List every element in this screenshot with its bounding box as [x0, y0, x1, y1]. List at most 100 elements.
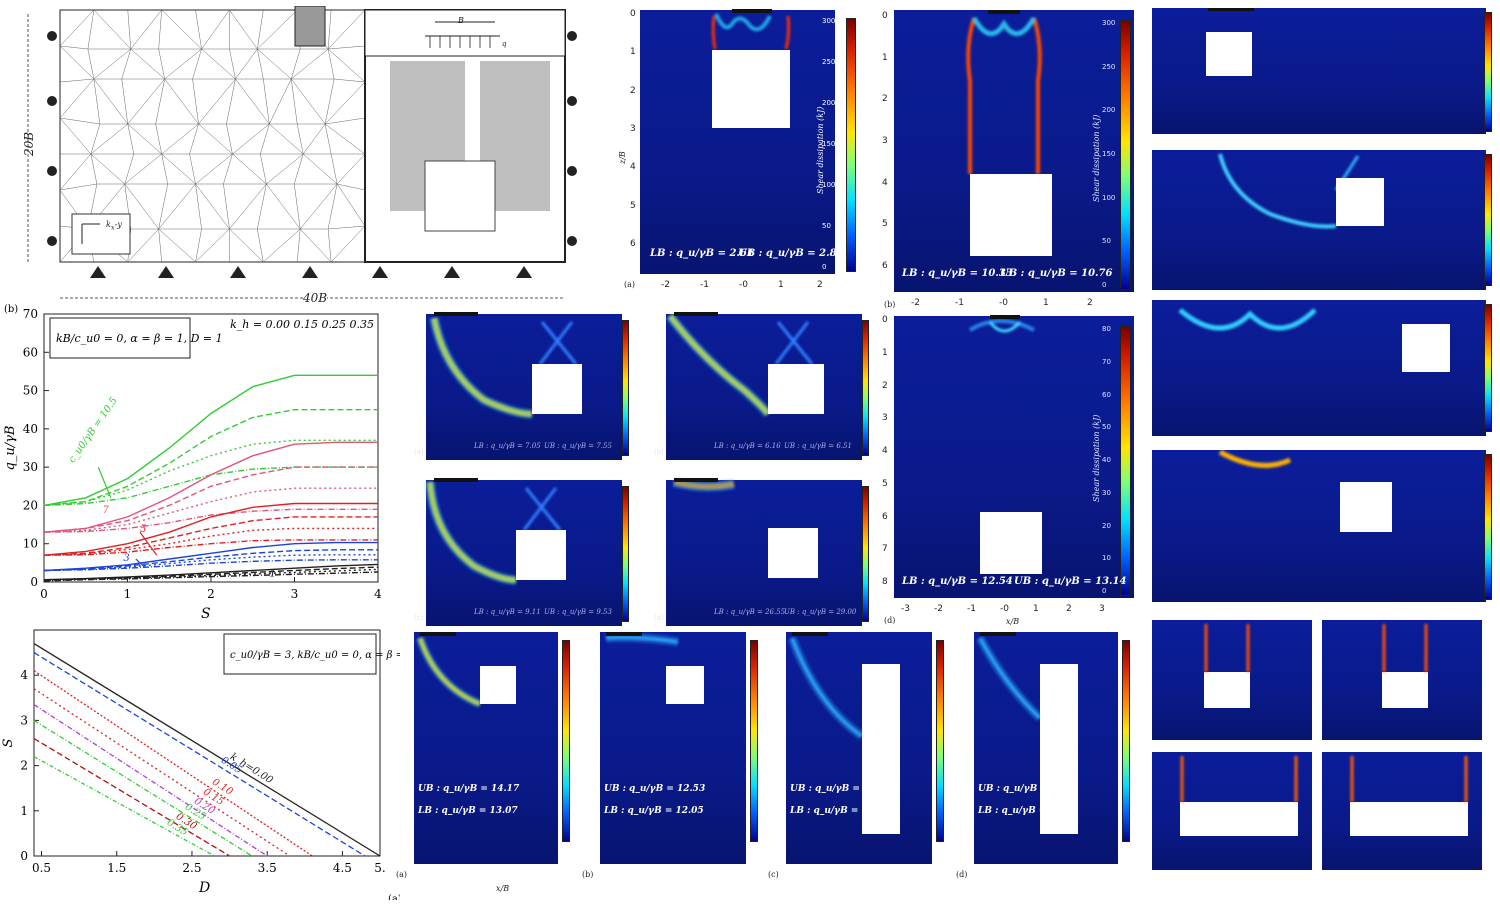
panel-tag: (b)	[654, 448, 664, 456]
footing	[674, 312, 718, 316]
x-tick: -0	[999, 298, 1008, 308]
x-tick-label: 4.5	[333, 861, 352, 875]
y-tick-label: 30	[23, 460, 38, 474]
ub-result: UB : q_u/γB = 14.17	[418, 784, 520, 794]
band-wedge	[538, 321, 578, 365]
chart-s-vs-d: 012340.51.52.53.54.55.DS(a)k_h=0.000.050…	[0, 624, 423, 904]
void	[532, 364, 582, 414]
colorbar-label: Shear dissipation (kJ)	[1092, 114, 1101, 202]
footing	[434, 478, 478, 482]
panel-tag: (c)	[768, 870, 779, 879]
ub-result: UB : q_u/γB = 7.55	[544, 442, 612, 450]
band-halo	[976, 635, 1044, 722]
lb-result: LB : q_u/γB = 12.74	[790, 806, 890, 816]
y-axis-label: S	[1, 738, 16, 747]
colorbar	[862, 486, 869, 622]
failure-band	[787, 636, 865, 740]
y-tick: 3	[630, 124, 636, 134]
x-tick: 2	[1066, 604, 1072, 614]
colorbar-label: Shear dissipation (kJ)	[1092, 414, 1101, 502]
x-tick: -1	[955, 298, 964, 308]
void	[516, 530, 566, 580]
mesh-load-sub: q	[502, 40, 507, 48]
heatmap-top-a: Shear dissipation (kJ) 300 250 200 150 100 50…	[618, 4, 870, 294]
bar-tick: 150	[1102, 150, 1116, 158]
x-tick-label: 0	[40, 587, 48, 601]
group-annotation: 7	[102, 505, 109, 516]
footing	[988, 10, 1020, 14]
heatmap-top-b: Shear dissipation (kJ) 300 250 200 150 100 50…	[880, 6, 1142, 312]
x-tick-label: 1	[124, 587, 132, 601]
footing	[990, 315, 1020, 319]
lb-result: LB : q_u/γB = 13.07	[418, 806, 518, 816]
bar-tick: 0	[1102, 587, 1107, 595]
bar-tick: 0	[1102, 281, 1107, 289]
mesh-height-label: 20B	[22, 131, 36, 156]
failure-band	[415, 636, 482, 709]
panel-tag: (b)	[884, 300, 896, 309]
colorbar	[562, 640, 570, 842]
x-tick-label: 0.5	[32, 861, 51, 875]
x-axis-label: x/B	[1006, 617, 1020, 626]
y-tick: 1	[882, 347, 888, 358]
mid-panel-1: LB : q_u/γB = 6.16 UB : q_u/γB = 6.51 (b)	[644, 310, 874, 470]
bar-tick: 10	[1102, 554, 1111, 563]
y-tick: 4	[882, 177, 888, 188]
y-tick-label: 4	[20, 668, 28, 682]
band-halo	[429, 317, 533, 419]
bar-tick: 40	[1102, 456, 1111, 464]
x-tick-label: 1.5	[107, 861, 126, 875]
group-annotation: 1	[269, 568, 275, 579]
heatmap-top-d: Shear dissipation (kJ) 80 70 60 50 40 30 20 10 0…	[880, 312, 1142, 628]
ub-result: UB : q_u/γB = 12.53	[604, 784, 706, 794]
bar-tick: 200	[822, 99, 836, 107]
mid-panel-0: LB : q_u/γB = 7.05 UB : q_u/γB = 7.55 (a)	[404, 310, 634, 470]
panel-tag: (d)	[884, 616, 896, 625]
mesh-axis-label: kx-y	[106, 220, 122, 232]
footing	[434, 312, 478, 316]
y-axis-label: z/B	[618, 151, 627, 164]
failure-band	[605, 633, 679, 647]
band-core	[417, 637, 481, 707]
param-box-text: kB/c_u0 = 0, α = β = 1, D = 1	[56, 332, 223, 345]
x-tick: 3	[1099, 604, 1105, 614]
x-tick: -1	[967, 604, 976, 614]
footing	[732, 9, 772, 13]
ub-result: UB : q_u/γB = 29.00	[784, 608, 857, 616]
void	[480, 666, 516, 704]
footing	[980, 632, 1016, 636]
mid-panel-2: LB : q_u/γB = 9.11 UB : q_u/γB = 9.53 (c)	[404, 476, 634, 636]
y-tick: 6	[630, 239, 636, 249]
bar-tick: 150	[822, 140, 836, 148]
y-tick: 2	[630, 85, 636, 96]
y-tick: 2	[882, 380, 888, 391]
x-tick: 2	[817, 280, 823, 290]
band-halo	[787, 636, 865, 740]
band-halo	[672, 477, 735, 492]
band-wedge	[522, 487, 562, 531]
colorbar	[750, 640, 758, 842]
lb-result: LB : q_u/γB = 12.05	[604, 806, 704, 816]
bar-tick: 250	[1102, 62, 1116, 71]
lb-result: LB : q_u/γB = 9.11	[474, 608, 541, 616]
chart-a-svg: 012340.51.52.53.54.55.DS(a)k_h=0.000.050…	[1, 629, 423, 904]
y-tick: 1	[882, 52, 888, 63]
ub-result: UB : q_u/γB = 13.10	[790, 784, 892, 794]
mid-panel-3: LB : q_u/γB = 26.55 UB : q_u/γB = 29.00 (d…	[644, 476, 874, 636]
y-tick-label: 10	[23, 537, 38, 551]
x-axis-label: S	[201, 606, 211, 622]
bottom-x-axis-label: x/B	[496, 884, 510, 893]
bar-tick: 60	[1102, 390, 1111, 399]
mesh-load-label: B	[458, 16, 464, 25]
panel-tag: (a)	[624, 280, 636, 289]
support-triangles	[90, 266, 532, 278]
y-tick: 6	[882, 261, 888, 271]
x-tick: -2	[661, 280, 670, 290]
x-tick-label: 4	[374, 587, 382, 601]
void	[980, 512, 1042, 574]
x-tick-label: 3.5	[258, 861, 277, 875]
bar-tick: 200	[1102, 106, 1116, 115]
y-tick: 3	[882, 413, 888, 424]
colorbar	[936, 640, 944, 842]
bar-tick: 50	[822, 222, 831, 230]
